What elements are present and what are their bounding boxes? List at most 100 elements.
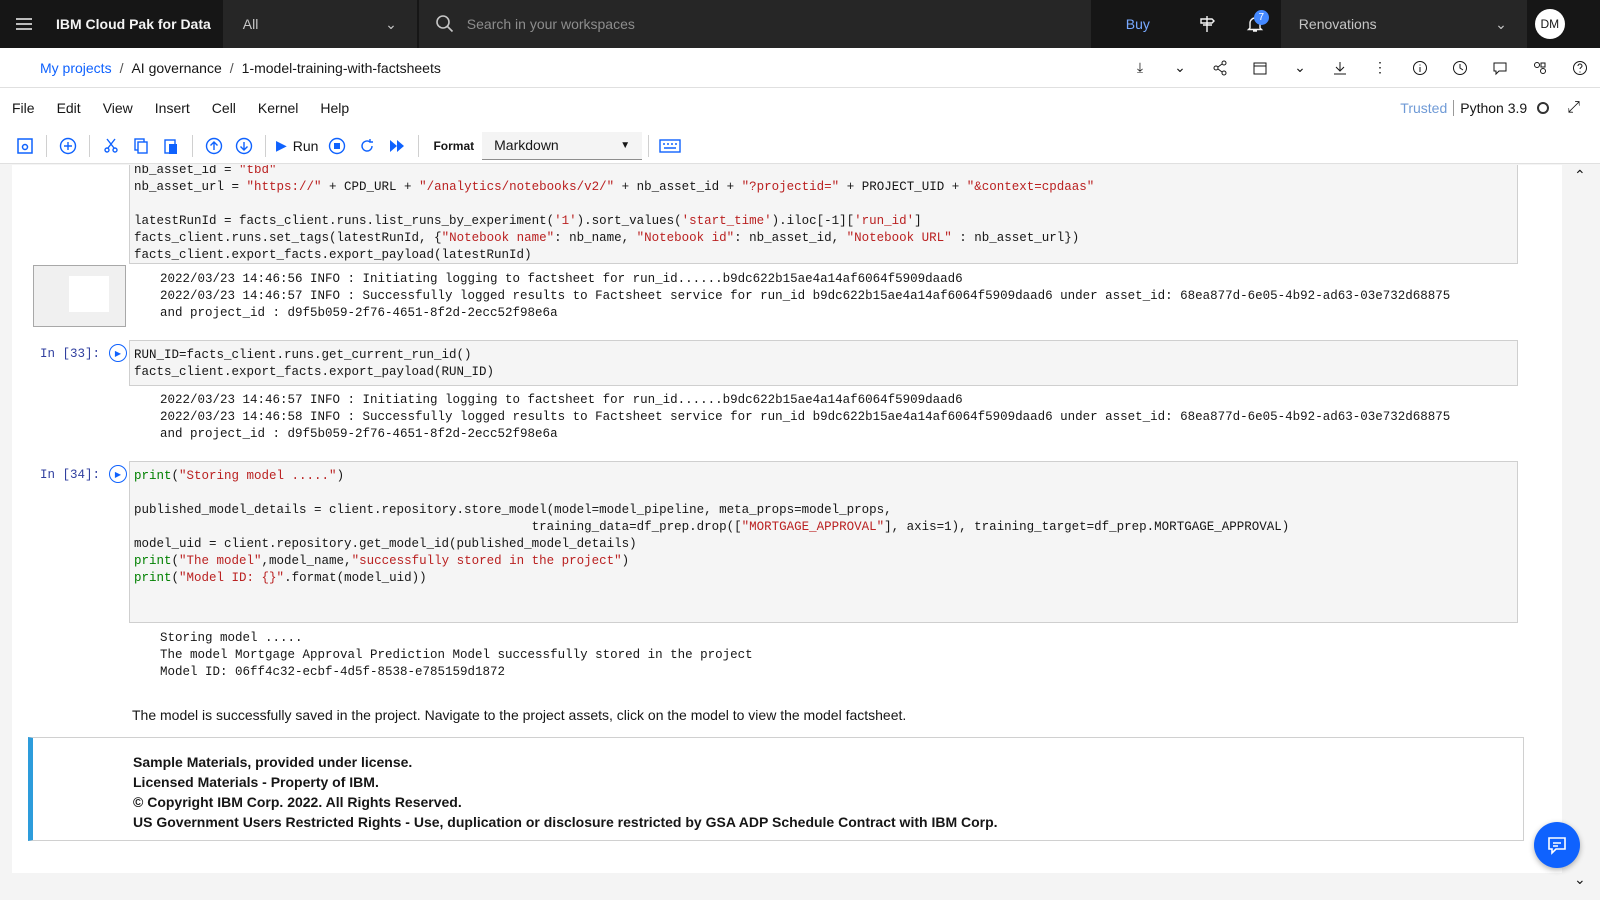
scroll-up-icon[interactable]: ⌃ xyxy=(1574,167,1586,184)
code-line: print("Model ID: {}".format(model_uid)) xyxy=(134,571,427,585)
kernel-name[interactable]: Python 3.9 xyxy=(1453,100,1527,116)
code-cell-1[interactable]: nb_asset_id = "tbd" nb_asset_url = "https… xyxy=(129,165,1518,264)
search-icon xyxy=(435,15,453,33)
code-line: facts_client.export_facts.export_payload… xyxy=(134,365,495,379)
breadcrumb-notebook: 1-model-training-with-factsheets xyxy=(241,59,441,76)
notification-icon[interactable]: 7 xyxy=(1231,0,1279,48)
run-cell-icon[interactable]: ▶ xyxy=(109,344,127,362)
code-line: 2022/03/23 14:46:57 INFO : Successfully … xyxy=(160,289,1451,303)
output-3: Storing model ..... The model Mortgage Ap… xyxy=(160,630,753,681)
menu-file[interactable]: File xyxy=(12,100,35,116)
notice-line: Sample Materials, provided under license… xyxy=(133,754,413,770)
filter-icon[interactable]: ⤓ xyxy=(1120,48,1160,88)
menu-cell[interactable]: Cell xyxy=(212,100,236,116)
keyboard-icon[interactable] xyxy=(655,131,685,161)
environments-icon[interactable] xyxy=(1520,48,1560,88)
buy-link[interactable]: Buy xyxy=(1093,16,1183,32)
code-line: facts_client.export_facts.export_payload… xyxy=(134,248,532,262)
code-cell-2[interactable]: RUN_ID=facts_client.runs.get_current_run… xyxy=(129,340,1518,386)
code-line: training_data=df_prep.drop(["MORTGAGE_AP… xyxy=(134,520,1290,534)
search-scope-dropdown[interactable]: All ⌄ xyxy=(222,0,417,48)
cut-icon[interactable] xyxy=(96,131,126,161)
save-icon[interactable] xyxy=(10,131,40,161)
vertical-scrollbar[interactable]: ⌃ ⌄ xyxy=(1564,165,1600,900)
chat-icon xyxy=(1548,837,1566,855)
breadcrumb-bar: My projects / AI governance/ 1-model-trai… xyxy=(0,48,1600,88)
share-icon[interactable] xyxy=(1200,48,1240,88)
code-cell-3-source: print("Storing model .....") published_m… xyxy=(134,468,1513,587)
chevron-down-icon[interactable]: ⌄ xyxy=(1280,48,1320,88)
notice-line: © Copyright IBM Corp. 2022. All Rights R… xyxy=(133,794,462,810)
move-down-icon[interactable] xyxy=(229,131,259,161)
menu-help[interactable]: Help xyxy=(320,100,349,116)
run-cell-icon[interactable]: ▶ xyxy=(109,465,127,483)
run-button[interactable]: ▶ Run xyxy=(276,137,318,154)
play-icon: ▶ xyxy=(276,137,287,153)
license-notice: Sample Materials, provided under license… xyxy=(28,737,1524,841)
notification-badge: 7 xyxy=(1253,10,1269,25)
menu-kernel[interactable]: Kernel xyxy=(258,100,298,116)
code-line: 2022/03/23 14:46:58 INFO : Successfully … xyxy=(160,410,1451,424)
overflow-menu-icon[interactable]: ⋮ xyxy=(1360,48,1400,88)
run-all-icon[interactable] xyxy=(382,131,412,161)
cell-prompt-34: In [34]: xyxy=(40,468,101,482)
output-2: 2022/03/23 14:46:57 INFO : Initiating lo… xyxy=(160,392,1450,443)
history-icon[interactable] xyxy=(1440,48,1480,88)
scope-value: All xyxy=(242,16,259,32)
download-icon[interactable] xyxy=(1320,48,1360,88)
menu-icon[interactable] xyxy=(0,0,48,48)
code-line: Storing model ..... xyxy=(160,631,303,645)
product-name[interactable]: IBM Cloud Pak for Data xyxy=(48,0,223,48)
menu-insert[interactable]: Insert xyxy=(155,100,190,116)
code-line: 2022/03/23 14:46:56 INFO : Initiating lo… xyxy=(160,272,963,286)
restart-icon[interactable] xyxy=(352,131,382,161)
code-line: published_model_details = client.reposit… xyxy=(134,503,892,517)
insert-cell-icon[interactable] xyxy=(53,131,83,161)
cell-format-select[interactable]: Markdown ▼ xyxy=(482,131,643,160)
breadcrumb-project[interactable]: AI governance xyxy=(131,60,221,76)
search-input[interactable]: Search in your workspaces xyxy=(418,0,1091,48)
code-line: latestRunId = facts_client.runs.list_run… xyxy=(134,214,922,228)
chevron-down-icon: ⌄ xyxy=(1495,15,1507,32)
scroll-down-icon[interactable]: ⌄ xyxy=(1574,871,1586,888)
paste-icon[interactable] xyxy=(156,131,186,161)
account-switcher[interactable]: Renovations ⌄ xyxy=(1280,0,1527,48)
comments-icon[interactable] xyxy=(1480,48,1520,88)
code-cell-3[interactable]: print("Storing model .....") published_m… xyxy=(129,461,1518,623)
breadcrumb: My projects / AI governance/ 1-model-trai… xyxy=(40,59,441,76)
signpost-icon[interactable] xyxy=(1183,0,1231,48)
code-line: print("The model",model_name,"successful… xyxy=(134,554,630,568)
help-icon[interactable] xyxy=(1560,48,1600,88)
stop-icon[interactable] xyxy=(322,131,352,161)
account-name: Renovations xyxy=(1298,16,1377,32)
trusted-indicator[interactable]: Trusted xyxy=(1400,100,1447,116)
code-line: print("Storing model .....") xyxy=(134,469,345,483)
code-cell-1-source: nb_asset_id = "tbd" nb_asset_url = "https… xyxy=(134,165,1513,264)
info-icon[interactable] xyxy=(1400,48,1440,88)
markdown-cell-text: The model is successfully saved in the p… xyxy=(132,707,907,723)
schedule-icon[interactable] xyxy=(1240,48,1280,88)
output-image-placeholder xyxy=(33,265,126,327)
notice-line: US Government Users Restricted Rights - … xyxy=(133,814,998,830)
move-up-icon[interactable] xyxy=(199,131,229,161)
code-line: RUN_ID=facts_client.runs.get_current_run… xyxy=(134,348,472,362)
code-line: facts_client.runs.set_tags(latestRunId, … xyxy=(134,231,1080,245)
menu-view[interactable]: View xyxy=(103,100,133,116)
chevron-down-icon[interactable]: ⌄ xyxy=(1160,48,1200,88)
code-line: Model ID: 06ff4c32-ecbf-4d5f-8538-e78515… xyxy=(160,665,506,679)
menu-edit[interactable]: Edit xyxy=(57,100,81,116)
avatar[interactable]: DM xyxy=(1534,9,1565,39)
chevron-down-icon: ⌄ xyxy=(385,15,397,32)
search-placeholder: Search in your workspaces xyxy=(466,16,635,32)
format-value: Markdown xyxy=(494,137,559,153)
breadcrumb-my-projects[interactable]: My projects xyxy=(40,60,112,76)
chat-support-button[interactable] xyxy=(1534,822,1580,868)
output-1: 2022/03/23 14:46:56 INFO : Initiating lo… xyxy=(160,271,1450,322)
code-line: nb_asset_id = "tbd" xyxy=(134,165,277,177)
top-navigation-bar: IBM Cloud Pak for Data All ⌄ Search in yo… xyxy=(0,0,1600,48)
expand-icon[interactable]: ⤢ xyxy=(1567,99,1580,117)
caret-down-icon: ▼ xyxy=(620,139,631,151)
code-line: and project_id : d9f5b059-2f76-4651-8f2d… xyxy=(160,306,558,320)
copy-icon[interactable] xyxy=(126,131,156,161)
